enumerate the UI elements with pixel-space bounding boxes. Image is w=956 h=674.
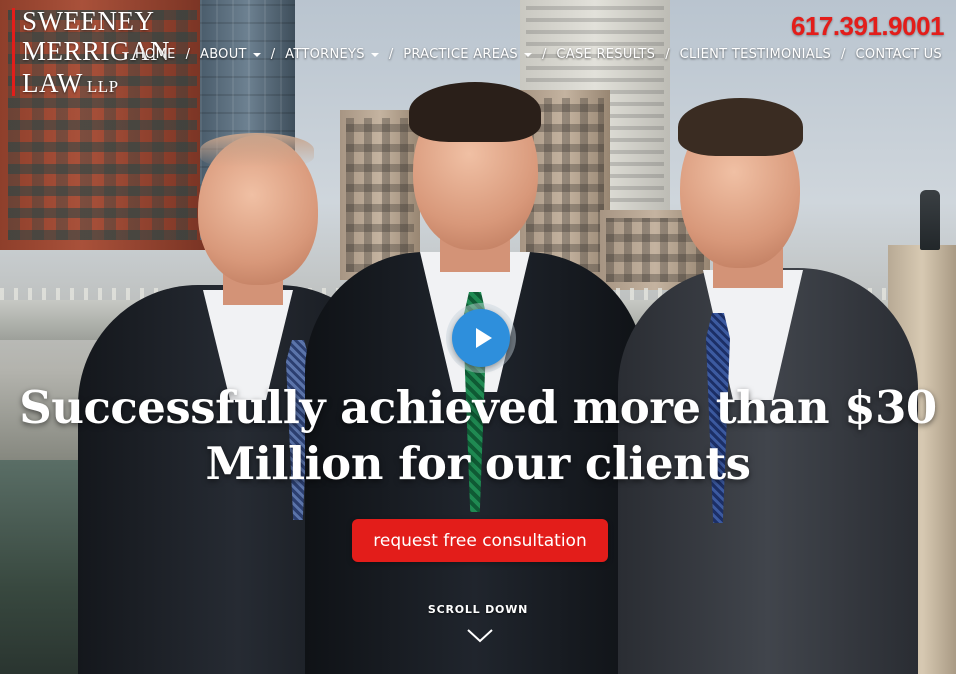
chevron-down-icon[interactable] [466,628,494,644]
nav-separator: / [665,47,670,62]
hair [678,98,803,156]
request-consultation-button[interactable]: request free consultation [352,519,608,562]
hair [409,82,541,142]
nav-about[interactable]: ABOUT [200,47,261,62]
nav-separator: / [841,47,846,62]
nav-home[interactable]: HOME [135,47,176,62]
nav-attorneys-label: ATTORNEYS [285,47,365,62]
nav-contact-us[interactable]: CONTACT US [855,47,942,62]
play-icon [475,328,492,348]
scroll-down-label[interactable]: SCROLL DOWN [0,603,956,616]
nav-practice-areas[interactable]: PRACTICE AREAS [403,47,532,62]
nav-contact-us-label: CONTACT US [855,47,942,62]
hero-headline-line-1: Successfully achieved more than $30 [19,381,937,434]
caret-down-icon [252,52,261,57]
logo-line-1: SWEENEY [22,6,155,36]
play-button-circle [452,309,510,367]
logo-law: LAW [22,68,83,98]
nav-separator: / [185,47,190,62]
nav-client-testimonials-label: CLIENT TESTIMONIALS [679,47,832,62]
nav-case-results[interactable]: CASE RESULTS [556,47,655,62]
nav-client-testimonials[interactable]: CLIENT TESTIMONIALS [680,47,831,62]
nav-attorneys[interactable]: ATTORNEYS [285,47,379,62]
play-video-button[interactable] [446,303,516,373]
logo-line-3: LAW LLP [22,68,119,99]
caret-down-icon [370,52,379,57]
lamp-post [920,190,940,250]
nav-home-label: HOME [134,47,176,62]
logo-accent-bar [12,8,15,96]
logo-llp: LLP [86,77,119,96]
nav-practice-areas-label: PRACTICE AREAS [403,47,518,62]
hair [200,133,314,167]
nav-separator: / [270,47,276,62]
phone-number[interactable]: 617.391.9001 [791,11,945,42]
caret-down-icon [523,52,532,57]
nav-about-label: ABOUT [200,47,247,62]
nav-separator: / [541,47,547,62]
nav-separator: / [388,47,394,62]
nav-case-results-label: CASE RESULTS [556,47,656,62]
hero-headline: Successfully achieved more than $30 Mill… [0,380,956,492]
attorney-center [305,82,645,674]
hero-headline-line-2: Million for our clients [205,437,751,490]
main-nav: HOME / ABOUT / ATTORNEYS / PRACTICE AREA… [135,47,942,62]
